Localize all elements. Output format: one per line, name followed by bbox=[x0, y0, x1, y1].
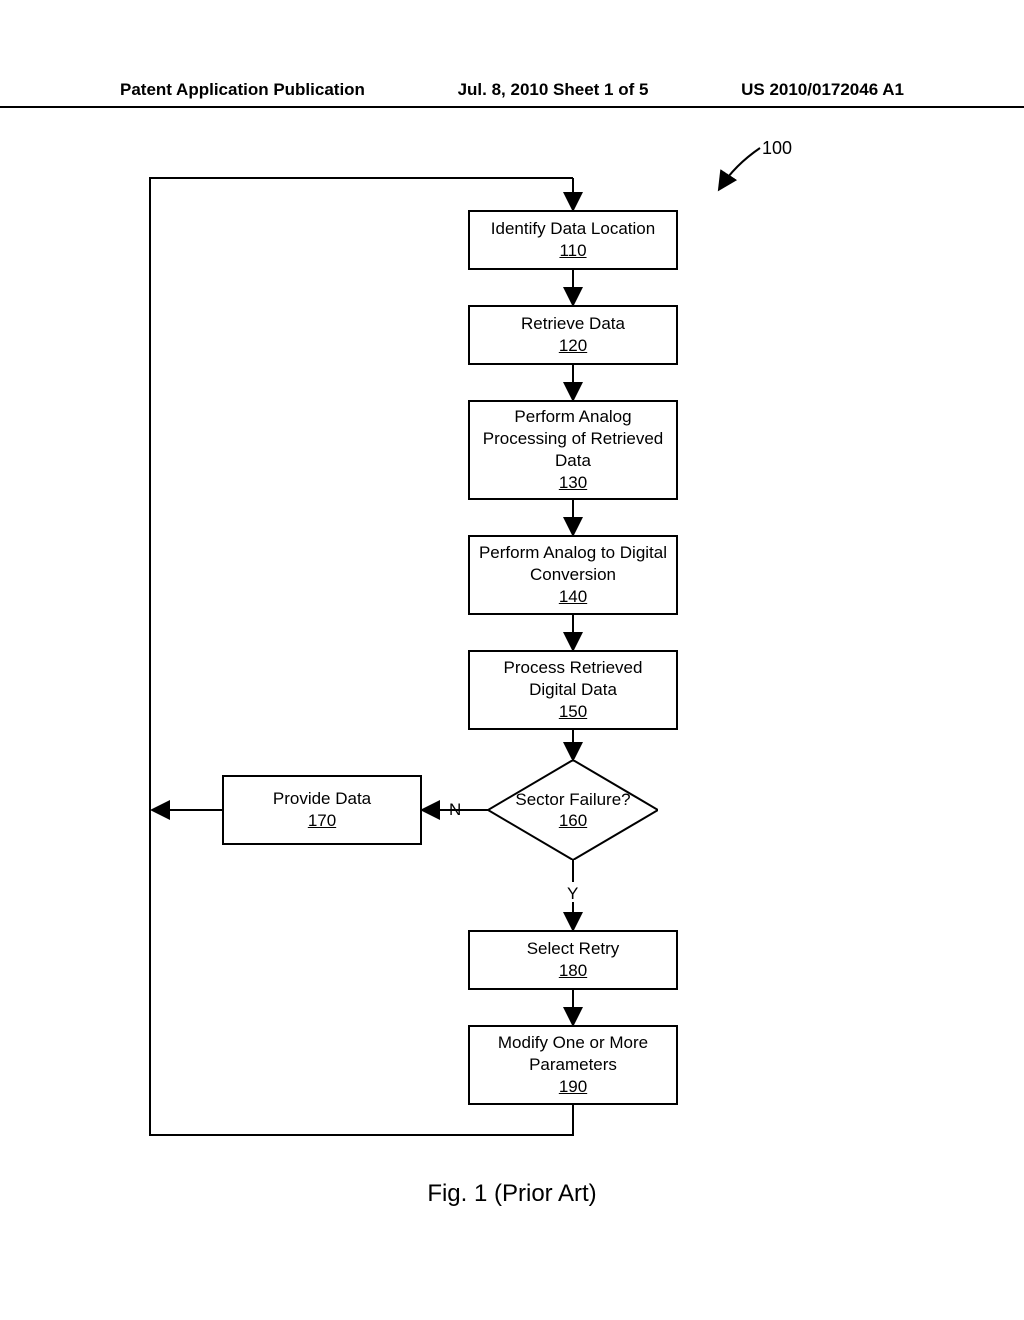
header-right: US 2010/0172046 A1 bbox=[741, 80, 904, 100]
page-header: Patent Application Publication Jul. 8, 2… bbox=[0, 80, 1024, 108]
header-center: Jul. 8, 2010 Sheet 1 of 5 bbox=[458, 80, 649, 100]
figure-caption: Fig. 1 (Prior Art) bbox=[0, 1180, 1024, 1208]
flow-arrows bbox=[0, 120, 1024, 1320]
header-left: Patent Application Publication bbox=[120, 80, 365, 100]
diagram-canvas: 100 Identify Data Location 110 Retrieve … bbox=[0, 120, 1024, 1320]
